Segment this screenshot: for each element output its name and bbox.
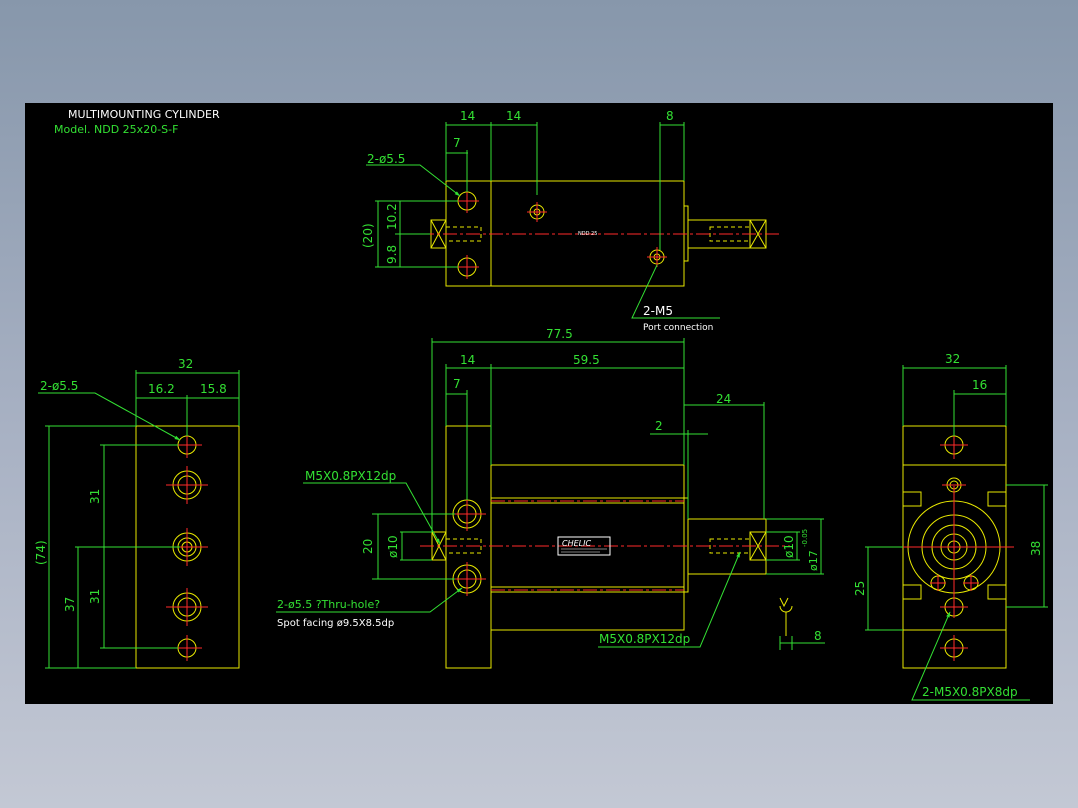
cad-drawing: MULTIMOUNTING CYLINDER Model. NDD 25x20-… — [25, 103, 1053, 704]
dim-right-25: 25 — [853, 581, 867, 596]
dim-front-775: 77.5 — [546, 327, 573, 341]
drawing-sheet — [25, 103, 1053, 704]
dim-front-20: 20 — [361, 539, 375, 554]
body-tag: NDD 25 — [578, 231, 597, 237]
port-note: Port connection — [643, 323, 713, 333]
dim-top-7: 7 — [453, 136, 461, 150]
dim-left-32: 32 — [178, 357, 193, 371]
dim-top-98: 9.8 — [385, 245, 399, 264]
dim-left-158: 15.8 — [200, 382, 227, 396]
dim-right-38: 38 — [1029, 541, 1043, 556]
dim-right-16: 16 — [972, 378, 987, 392]
dim-front-595: 59.5 — [573, 353, 600, 367]
model-label: Model. NDD 25x20-S-F — [54, 123, 178, 136]
dim-front-2: 2 — [655, 419, 663, 433]
right-thread-label: 2-M5X0.8PX8dp — [922, 685, 1018, 699]
port-label: 2-M5 — [643, 304, 673, 318]
left-holes-label: 2-ø5.5 — [40, 379, 78, 393]
dim-left-31b: 31 — [88, 589, 102, 604]
thread-right-label: M5X0.8PX12dp — [599, 632, 690, 646]
dim-top-20: (20) — [361, 223, 375, 248]
dim-front-14: 14 — [460, 353, 475, 367]
dim-front-10a: ø10 — [386, 535, 400, 558]
brand-name: CHELIC — [562, 539, 591, 548]
dim-top-14a: 14 — [460, 109, 475, 123]
dim-front-10b: ø10 — [782, 535, 796, 558]
dim-top-14b: 14 — [506, 109, 521, 123]
top-holes-label: 2-ø5.5 — [367, 152, 405, 166]
thread-left-label: M5X0.8PX12dp — [305, 469, 396, 483]
spot-facing-label: Spot facing ø9.5X8.5dp — [277, 618, 394, 629]
drawing-title: MULTIMOUNTING CYLINDER — [68, 108, 220, 121]
dim-front-17: ø17 — [807, 550, 820, 571]
dim-top-8: 8 — [666, 109, 674, 123]
dim-left-74: (74) — [34, 540, 48, 565]
dim-left-162: 16.2 — [148, 382, 175, 396]
dim-left-31a: 31 — [88, 489, 102, 504]
dim-front-17-tolerance: -0.05 — [801, 529, 809, 547]
dim-right-32: 32 — [945, 352, 960, 366]
front-holes-label: 2-ø5.5 ?Thru-hole? — [277, 598, 380, 611]
dim-front-8: 8 — [814, 629, 822, 643]
dim-top-102: 10.2 — [385, 203, 399, 230]
dim-left-37: 37 — [63, 597, 77, 612]
dim-front-7: 7 — [453, 377, 461, 391]
dim-front-24: 24 — [716, 392, 731, 406]
